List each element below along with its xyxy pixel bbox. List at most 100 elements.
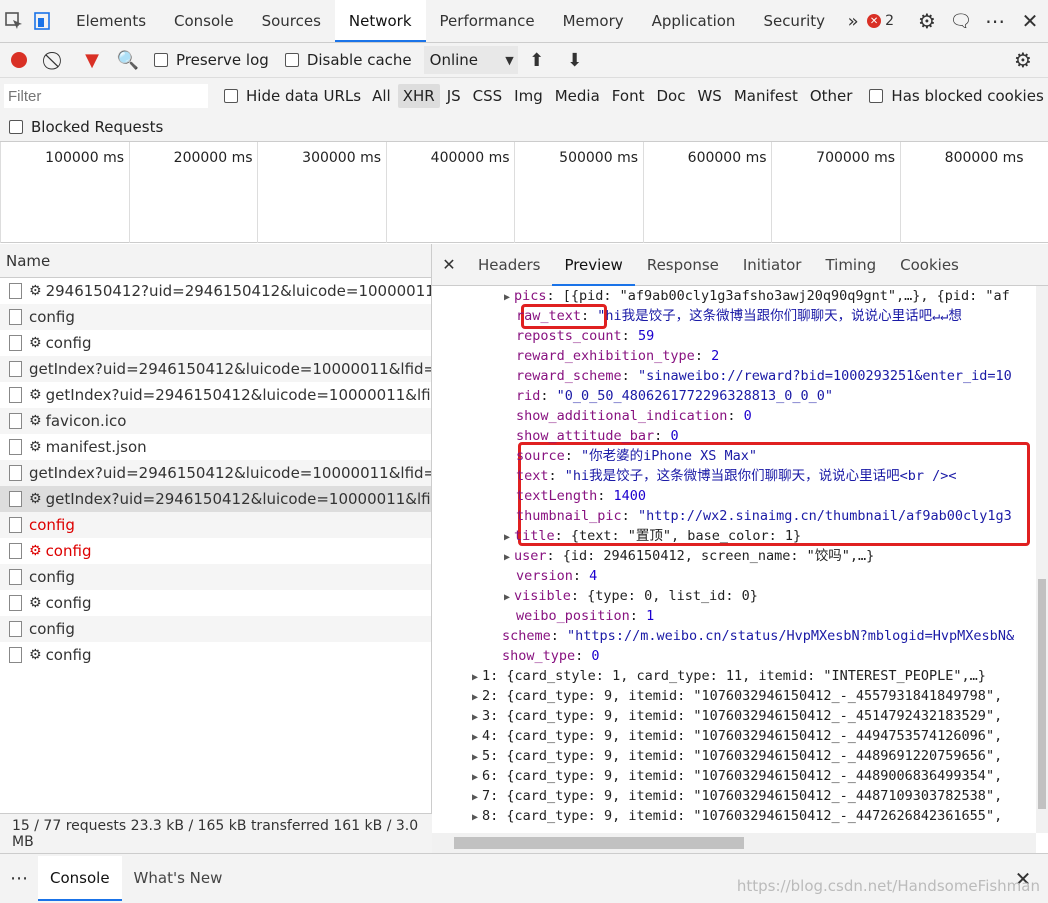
- more-tabs-icon[interactable]: »: [839, 0, 867, 42]
- error-count[interactable]: 2: [885, 13, 894, 29]
- request-row[interactable]: config: [0, 616, 431, 642]
- colon: :: [490, 708, 507, 724]
- name-column-header[interactable]: Name: [0, 244, 431, 278]
- expand-triangle-icon[interactable]: ▶: [504, 548, 514, 568]
- error-icon[interactable]: ✕: [867, 14, 882, 28]
- request-row[interactable]: ⚙ config: [0, 642, 431, 668]
- expand-triangle-icon[interactable]: ▶: [472, 708, 482, 728]
- expand-triangle-icon[interactable]: ▶: [504, 288, 514, 308]
- request-row[interactable]: getIndex?uid=2946150412&luicode=10000011…: [0, 460, 431, 486]
- request-row[interactable]: ⚙ manifest.json: [0, 434, 431, 460]
- request-row[interactable]: ⚙ getIndex?uid=2946150412&luicode=1000001…: [0, 382, 431, 408]
- blocked-requests-checkbox[interactable]: Blocked Requests: [9, 118, 163, 136]
- tab-security[interactable]: Security: [749, 0, 839, 42]
- filter-type-media[interactable]: Media: [550, 84, 605, 108]
- expand-triangle-icon[interactable]: ▶: [504, 528, 514, 548]
- tab-application[interactable]: Application: [638, 0, 750, 42]
- preview-line[interactable]: ▶ visible: {type: 0, list_id: 0}: [504, 586, 758, 606]
- expand-triangle-icon[interactable]: ▶: [472, 728, 482, 748]
- colon: :: [550, 628, 568, 644]
- preview-line[interactable]: ▶ 1: {card_style: 1, card_type: 11, itemi…: [472, 666, 986, 686]
- tab-headers[interactable]: Headers: [466, 244, 552, 286]
- filter-type-img[interactable]: Img: [509, 84, 548, 108]
- close-devtools-icon[interactable]: ✕: [1012, 9, 1048, 33]
- filter-type-js[interactable]: JS: [442, 84, 466, 108]
- request-row[interactable]: config: [0, 512, 431, 538]
- preview-line[interactable]: ▶ 4: {card_type: 9, itemid: "107603294615…: [472, 726, 1002, 746]
- preview-line[interactable]: ▶ 2: {card_type: 9, itemid: "107603294615…: [472, 686, 1002, 706]
- drawer-tab-console[interactable]: Console: [38, 856, 122, 901]
- expand-triangle-icon[interactable]: ▶: [472, 668, 482, 688]
- import-har-icon[interactable]: ⬆: [518, 50, 556, 71]
- expand-triangle-icon[interactable]: ▶: [472, 688, 482, 708]
- request-name: favicon.ico: [45, 412, 127, 430]
- request-row[interactable]: ⚙ favicon.ico: [0, 408, 431, 434]
- filter-type-manifest[interactable]: Manifest: [729, 84, 803, 108]
- preview-line[interactable]: ▶ 7: {card_type: 9, itemid: "107603294615…: [472, 786, 1002, 806]
- filter-type-all[interactable]: All: [367, 84, 396, 108]
- preview-line[interactable]: ▶ 5: {card_type: 9, itemid: "107603294615…: [472, 746, 1002, 766]
- filter-type-other[interactable]: Other: [805, 84, 858, 108]
- tab-cookies[interactable]: Cookies: [888, 244, 971, 286]
- tab-performance[interactable]: Performance: [426, 0, 549, 42]
- inspect-element-icon[interactable]: [0, 0, 28, 42]
- expand-triangle-icon[interactable]: ▶: [472, 748, 482, 768]
- preserve-log-checkbox[interactable]: Preserve log: [154, 51, 269, 69]
- request-row[interactable]: ⚙ config: [0, 538, 431, 564]
- preview-line[interactable]: ▶ 8: {card_type: 9, itemid: "107603294615…: [472, 806, 1002, 826]
- clear-icon[interactable]: ⃠: [38, 50, 74, 71]
- filter-type-css[interactable]: CSS: [468, 84, 508, 108]
- expand-triangle-icon[interactable]: ▶: [504, 588, 514, 608]
- search-icon[interactable]: 🔍: [110, 50, 146, 71]
- timeline-overview[interactable]: 100000 ms 200000 ms 300000 ms 400000 ms 5000…: [0, 142, 1048, 243]
- request-row[interactable]: ⚙ config: [0, 590, 431, 616]
- more-options-icon[interactable]: ⋯: [978, 9, 1012, 33]
- horizontal-scrollbar[interactable]: [432, 833, 1036, 853]
- tab-network[interactable]: Network: [334, 0, 426, 42]
- device-toolbar-icon[interactable]: [28, 0, 56, 42]
- tab-memory[interactable]: Memory: [549, 0, 638, 42]
- tab-elements[interactable]: Elements: [62, 0, 160, 42]
- disable-cache-checkbox[interactable]: Disable cache: [284, 51, 412, 69]
- vertical-scrollbar[interactable]: [1036, 286, 1048, 833]
- filter-icon[interactable]: ▼: [74, 50, 110, 71]
- export-har-icon[interactable]: ⬇: [556, 50, 594, 71]
- file-icon: [9, 309, 22, 325]
- tab-sources[interactable]: Sources: [248, 0, 335, 42]
- preview-pane[interactable]: ▶ pics: [{pid: "af9ab00cly1g3afsho3awj20q…: [432, 286, 1036, 833]
- tab-response[interactable]: Response: [635, 244, 731, 286]
- preview-line[interactable]: ▶ pics: [{pid: "af9ab00cly1g3afsho3awj20q…: [504, 286, 1010, 306]
- request-row[interactable]: getIndex?uid=2946150412&luicode=10000011…: [0, 356, 431, 382]
- filter-type-xhr[interactable]: XHR: [397, 84, 440, 108]
- expand-triangle-icon[interactable]: ▶: [472, 768, 482, 788]
- send-feedback-icon[interactable]: 🗨: [944, 11, 978, 32]
- drawer-tab-whats-new[interactable]: What's New: [122, 856, 235, 901]
- filter-type-font[interactable]: Font: [607, 84, 650, 108]
- request-row[interactable]: config: [0, 304, 431, 330]
- filter-input[interactable]: [4, 84, 208, 108]
- tab-timing[interactable]: Timing: [813, 244, 888, 286]
- hide-data-urls-checkbox[interactable]: Hide data URLs: [224, 87, 361, 105]
- preview-line[interactable]: ▶ 6: {card_type: 9, itemid: "107603294615…: [472, 766, 1002, 786]
- request-row[interactable]: ⚙ config: [0, 330, 431, 356]
- expand-triangle-icon[interactable]: ▶: [472, 808, 482, 828]
- preview-line[interactable]: ▶ user: {id: 2946150412, screen_name: "饺吗…: [504, 546, 874, 566]
- filter-type-ws[interactable]: WS: [692, 84, 726, 108]
- request-row[interactable]: ⚙ getIndex?uid=2946150412&luicode=1000001…: [0, 486, 431, 512]
- preview-line[interactable]: ▶ title: {text: "置顶", base_color: 1}: [504, 526, 801, 546]
- tab-console[interactable]: Console: [160, 0, 248, 42]
- request-row[interactable]: config: [0, 564, 431, 590]
- filter-type-doc[interactable]: Doc: [651, 84, 690, 108]
- record-button[interactable]: [0, 52, 38, 68]
- tab-initiator[interactable]: Initiator: [731, 244, 814, 286]
- tab-preview[interactable]: Preview: [552, 244, 635, 286]
- request-row[interactable]: ⚙ 2946150412?uid=2946150412&luicode=10000…: [0, 278, 431, 304]
- close-detail-icon[interactable]: ✕: [432, 255, 466, 274]
- network-settings-icon[interactable]: ⚙: [998, 48, 1048, 72]
- drawer-menu-icon[interactable]: ⋯: [0, 868, 38, 889]
- throttle-select[interactable]: Online ▼: [423, 46, 518, 74]
- settings-gear-icon[interactable]: ⚙: [910, 9, 944, 33]
- preview-line[interactable]: ▶ 3: {card_type: 9, itemid: "107603294615…: [472, 706, 1002, 726]
- has-blocked-cookies-checkbox[interactable]: Has blocked cookies: [869, 87, 1044, 105]
- expand-triangle-icon[interactable]: ▶: [472, 788, 482, 808]
